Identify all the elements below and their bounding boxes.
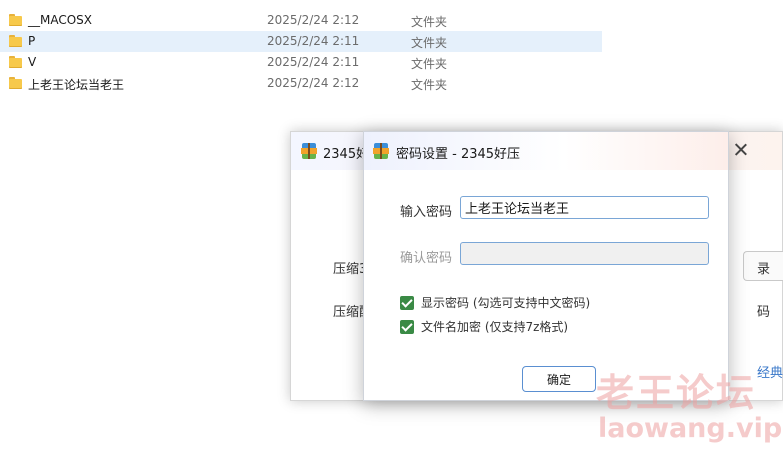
file-name: P — [28, 34, 36, 48]
password-dialog: 密码设置 - 2345好压 输入密码 确认密码 显示密码 (勾选可支持中文密码)… — [363, 131, 729, 401]
folder-icon — [9, 14, 22, 26]
file-type: 文件夹 — [411, 78, 448, 92]
file-row-laowang[interactable]: 上老王论坛当老王 2025/2/24 2:12 文件夹 — [0, 73, 602, 94]
file-row-p[interactable]: P 2025/2/24 2:11 文件夹 — [0, 31, 602, 52]
file-name: V — [28, 55, 37, 69]
browse-button-label: 录 — [757, 262, 771, 277]
folder-icon — [9, 35, 22, 47]
file-type: 文件夹 — [411, 15, 448, 29]
file-row-macosx[interactable]: __MACOSX 2025/2/24 2:12 文件夹 — [0, 10, 602, 31]
show-password-option[interactable]: 显示密码 (勾选可支持中文密码) — [400, 294, 590, 311]
dialog-title: 密码设置 - 2345好压 — [396, 147, 521, 162]
file-date: 2025/2/24 2:12 — [267, 76, 360, 90]
encrypt-filenames-option[interactable]: 文件名加密 (仅支持7z格式) — [400, 318, 568, 335]
folder-icon — [9, 56, 22, 68]
password-input[interactable] — [460, 196, 709, 219]
file-date: 2025/2/24 2:12 — [267, 13, 360, 27]
file-name: __MACOSX — [28, 13, 93, 27]
password-label: 输入密码 — [400, 205, 453, 220]
file-row-v[interactable]: V 2025/2/24 2:11 文件夹 — [0, 52, 602, 73]
watermark-url: laowang.vip — [598, 413, 783, 444]
file-type: 文件夹 — [411, 57, 448, 71]
close-icon[interactable] — [732, 141, 750, 159]
archive-app-icon — [373, 143, 389, 159]
file-date: 2025/2/24 2:11 — [267, 55, 360, 69]
ok-button[interactable]: 确定 — [522, 366, 596, 392]
confirm-password-label: 确认密码 — [400, 251, 453, 266]
file-type: 文件夹 — [411, 36, 448, 50]
file-date: 2025/2/24 2:11 — [267, 34, 360, 48]
file-list: __MACOSX 2025/2/24 2:12 文件夹 P 2025/2/24 … — [0, 10, 602, 94]
password-setting-link[interactable]: 码 — [757, 301, 770, 320]
watermark-text: 老王论坛 — [596, 371, 757, 415]
show-password-checkbox[interactable] — [400, 295, 414, 310]
dialog-titlebar: 密码设置 - 2345好压 — [364, 132, 728, 170]
archive-app-icon — [301, 143, 317, 159]
encrypt-filenames-label: 文件名加密 (仅支持7z格式) — [421, 320, 569, 334]
classic-mode-link[interactable]: 经典 — [757, 362, 783, 381]
file-name: 上老王论坛当老王 — [28, 78, 125, 92]
confirm-password-input[interactable] — [460, 242, 709, 265]
show-password-label: 显示密码 (勾选可支持中文密码) — [421, 296, 591, 310]
encrypt-filenames-checkbox[interactable] — [400, 319, 414, 334]
folder-icon — [9, 77, 22, 89]
